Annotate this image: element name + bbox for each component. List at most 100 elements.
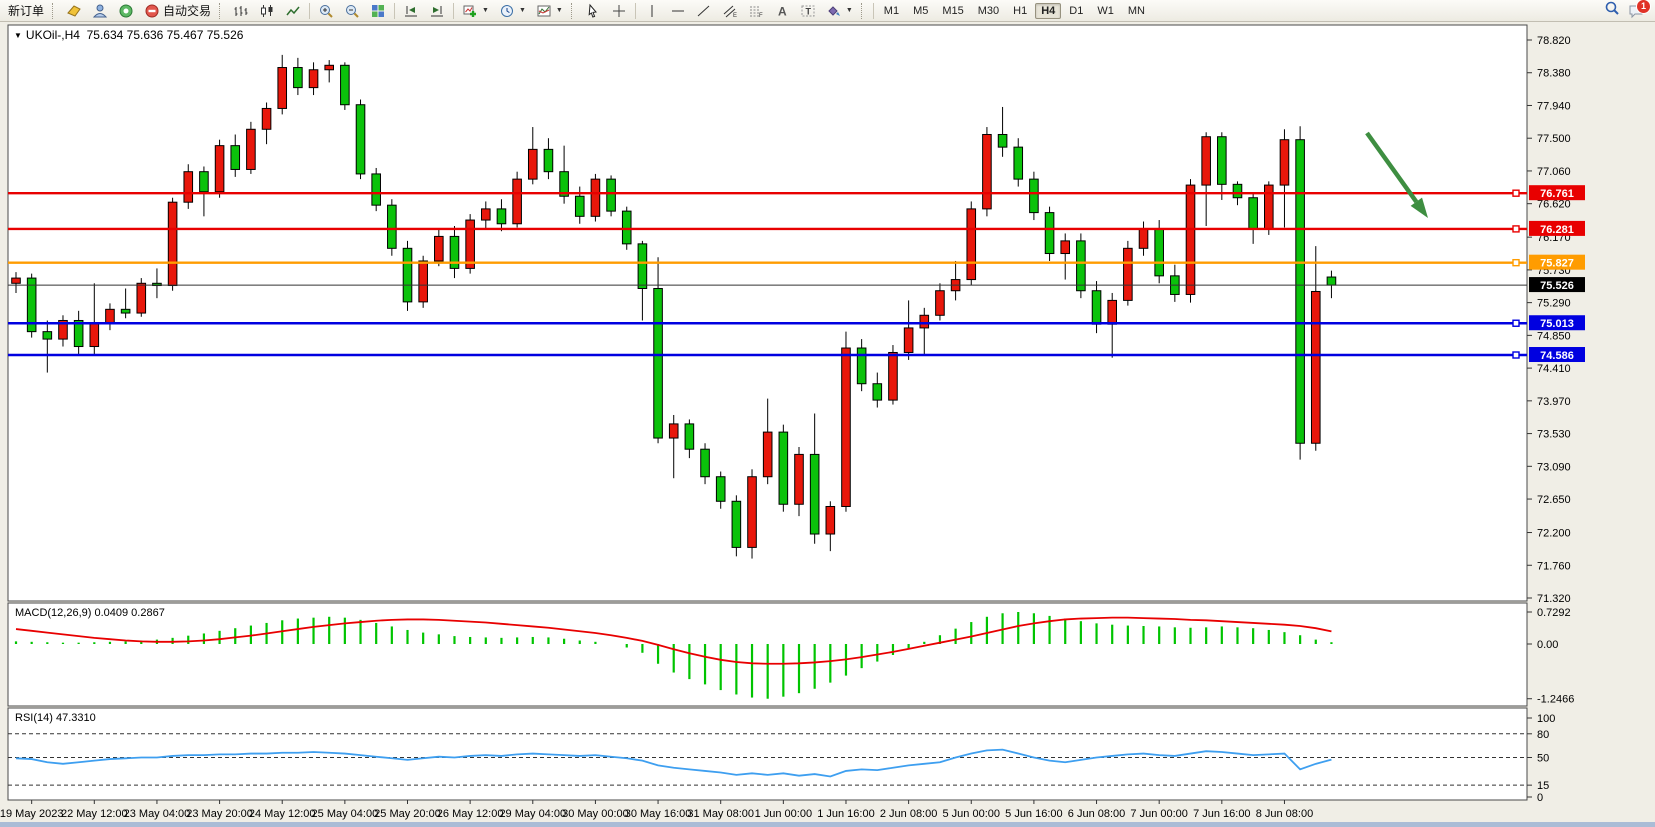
toolbar-separator [394, 3, 395, 19]
candle-body [466, 220, 475, 268]
equidistant-channel-icon[interactable]: E [717, 1, 743, 21]
timeframe-M30[interactable]: M30 [972, 3, 1005, 19]
candle-body [732, 501, 741, 547]
candle-body [575, 196, 584, 216]
svg-text:F: F [759, 13, 763, 19]
candle-body [1233, 184, 1242, 197]
candle-body [262, 108, 271, 129]
tile-windows-icon[interactable] [365, 1, 391, 21]
price-chip-label: 76.761 [1540, 188, 1574, 200]
candle-body [309, 70, 318, 88]
timeframe-H4[interactable]: H4 [1035, 3, 1061, 19]
price-axis[interactable]: 78.82078.38077.94077.50077.06076.62076.1… [1527, 35, 1585, 605]
search-icon[interactable] [1604, 0, 1620, 21]
timeframe-M15[interactable]: M15 [936, 3, 969, 19]
indicators-icon[interactable]: ▼ [457, 1, 494, 21]
candle-body [325, 65, 334, 69]
candle-body [998, 134, 1007, 147]
new-order-button[interactable]: 新订单 [3, 1, 49, 21]
trendline-icon[interactable] [691, 1, 717, 21]
time-tick-label: 5 Jun 16:00 [1005, 808, 1063, 820]
vertical-line-icon[interactable] [639, 1, 665, 21]
candle-body [685, 424, 694, 449]
candle-body [1218, 137, 1227, 185]
timeframe-W1[interactable]: W1 [1091, 3, 1120, 19]
candle-body [638, 244, 647, 289]
time-tick-label: 22 May 12:00 [61, 808, 128, 820]
candle-body [341, 65, 350, 104]
candle-body [795, 454, 804, 504]
candle-body [294, 68, 303, 88]
crosshair-icon[interactable] [606, 1, 632, 21]
candle-body [826, 506, 835, 534]
price-tick-label: 74.410 [1537, 363, 1571, 375]
auto-scroll-icon[interactable] [398, 1, 424, 21]
time-tick-label: 7 Jun 00:00 [1130, 808, 1188, 820]
time-tick-label: 7 Jun 16:00 [1193, 808, 1251, 820]
timeframe-M5[interactable]: M5 [907, 3, 934, 19]
macd-axis-label: 0.7292 [1537, 607, 1571, 619]
time-tick-label: 23 May 04:00 [124, 808, 191, 820]
timeframe-M1[interactable]: M1 [878, 3, 905, 19]
toolbar-grip [52, 3, 57, 19]
line-chart-icon[interactable] [280, 1, 306, 21]
price-tick-label: 78.380 [1537, 68, 1571, 80]
price-tick-label: 73.970 [1537, 396, 1571, 408]
orders-icon[interactable] [61, 1, 87, 21]
svg-text:E: E [733, 13, 737, 19]
toolbar-grip [219, 3, 224, 19]
time-tick-label: 8 Jun 08:00 [1256, 808, 1314, 820]
timeframe-H1[interactable]: H1 [1007, 3, 1033, 19]
timeframe-D1[interactable]: D1 [1063, 3, 1089, 19]
toolbar: 新订单自动交易▼▼▼EFAT▼M1M5M15M30H1H4D1W1MN1 [0, 0, 1655, 22]
candle-body [1186, 185, 1195, 294]
periods-icon[interactable]: ▼ [494, 1, 531, 21]
candle-body [372, 174, 381, 205]
candle-body [544, 149, 553, 171]
chart-shift-icon[interactable] [424, 1, 450, 21]
horizontal-line-icon[interactable] [665, 1, 691, 21]
candle-body [106, 309, 115, 322]
chart-title-collapse-icon[interactable]: ▼ [14, 31, 22, 40]
candlestick-chart-icon[interactable] [254, 1, 280, 21]
community-icon[interactable] [87, 1, 113, 21]
time-tick-label: 1 Jun 16:00 [817, 808, 875, 820]
cursor-icon[interactable] [580, 1, 606, 21]
time-axis[interactable]: 19 May 202322 May 12:0023 May 04:0023 Ma… [0, 800, 1313, 820]
toolbar-grip [861, 3, 866, 19]
signals-icon[interactable] [113, 1, 139, 21]
notifications-icon[interactable]: 1 [1628, 3, 1644, 19]
notification-badge: 1 [1636, 0, 1651, 14]
candle-body [168, 202, 177, 285]
candle-body [669, 424, 678, 438]
candle-body [591, 179, 600, 216]
level-line-handle [1513, 190, 1519, 196]
price-tick-label: 77.500 [1537, 133, 1571, 145]
rsi-axis-label: 15 [1537, 780, 1549, 792]
zoom-out-icon[interactable] [339, 1, 365, 21]
fibonacci-icon[interactable]: F [743, 1, 769, 21]
timeframe-MN[interactable]: MN [1122, 3, 1151, 19]
templates-icon[interactable]: ▼ [531, 1, 568, 21]
time-tick-label: 26 May 12:00 [437, 808, 504, 820]
candle-body [90, 323, 99, 347]
autotrading-button[interactable]: 自动交易 [139, 1, 216, 21]
macd-axis-label: -1.2466 [1537, 694, 1574, 706]
price-tick-label: 78.820 [1537, 35, 1571, 47]
svg-text:T: T [805, 6, 811, 16]
candle-body [701, 449, 710, 477]
price-tick-label: 77.940 [1537, 100, 1571, 112]
chart-title: ▼UKOil-,H4 75.634 75.636 75.467 75.526 [14, 28, 243, 42]
chart-canvas[interactable]: 78.82078.38077.94077.50077.06076.62076.1… [0, 0, 1655, 827]
text-icon[interactable]: A [769, 1, 795, 21]
candle-body [137, 283, 146, 313]
zoom-in-icon[interactable] [313, 1, 339, 21]
toolbar-separator [635, 3, 636, 19]
candle-body [1280, 140, 1289, 185]
text-label-icon[interactable]: T [795, 1, 821, 21]
arrows-icon[interactable]: ▼ [821, 1, 858, 21]
candle-body [1061, 241, 1070, 254]
bar-chart-icon[interactable] [228, 1, 254, 21]
price-tick-label: 72.200 [1537, 528, 1571, 540]
candle-body [121, 309, 130, 313]
